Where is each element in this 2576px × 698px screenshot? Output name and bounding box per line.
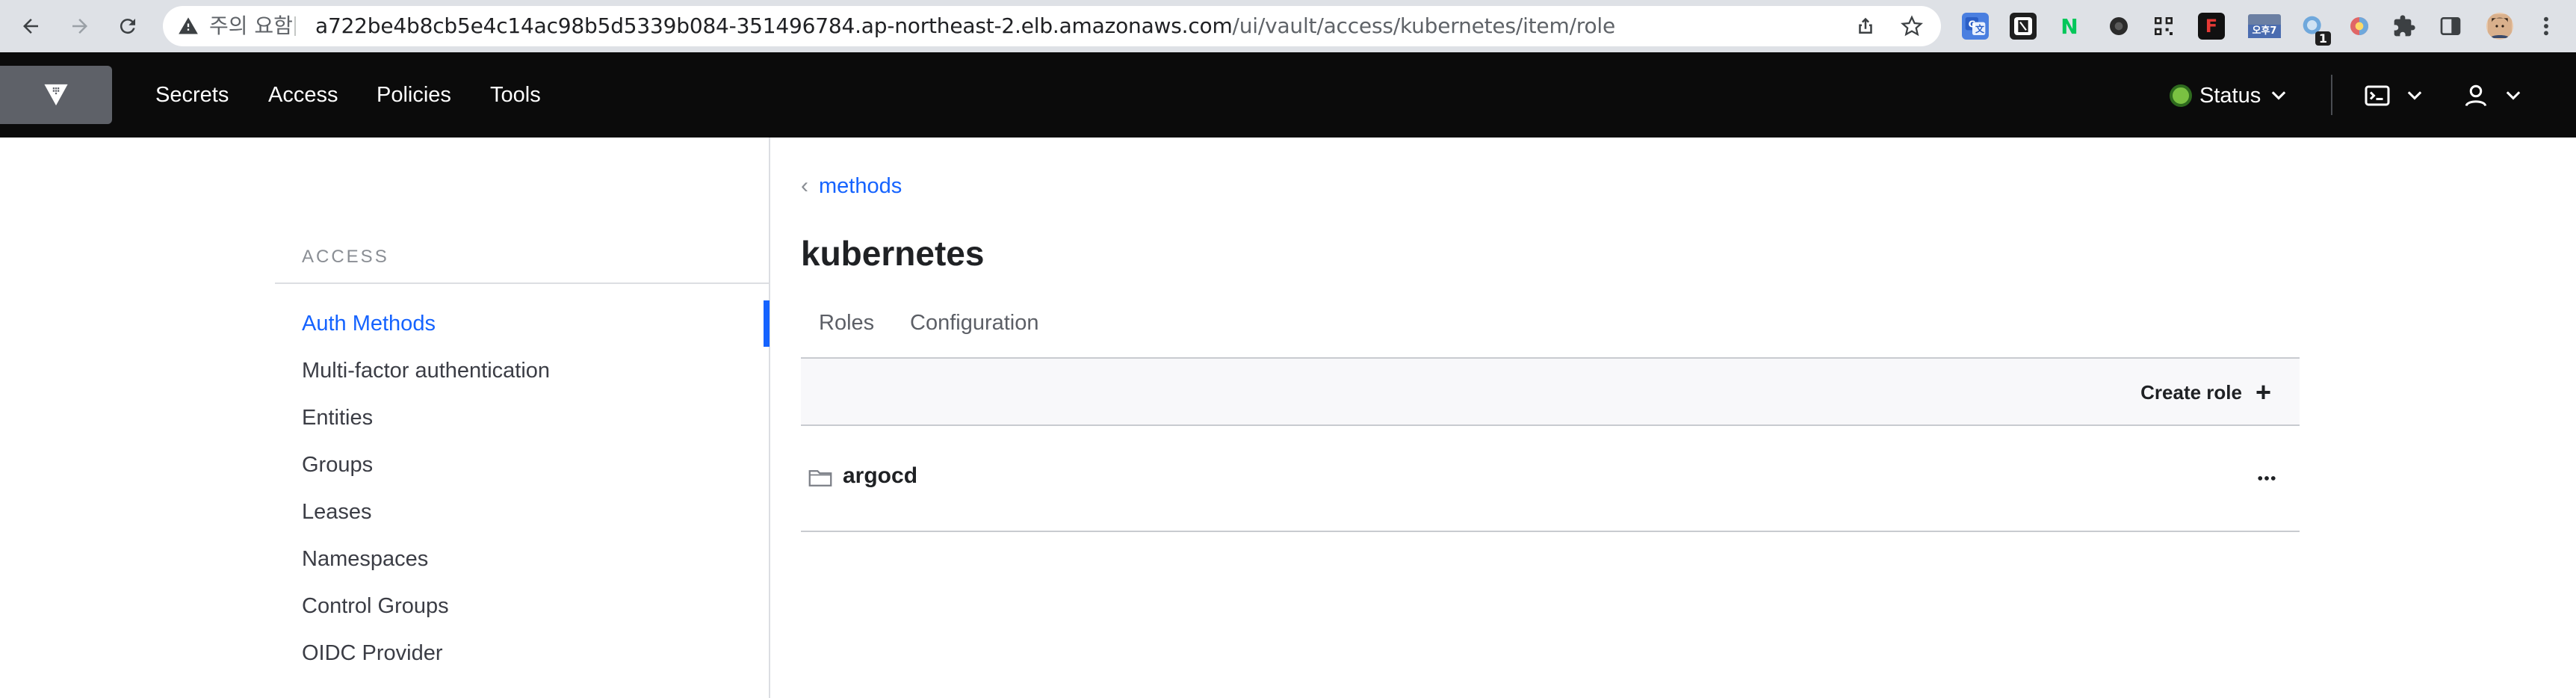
status-label: Status (2199, 83, 2261, 108)
header-divider (2331, 75, 2332, 115)
sidebar-item-oidc-provider[interactable]: OIDC Provider (302, 638, 443, 668)
create-role-button[interactable]: Create role + (2140, 375, 2271, 410)
list-item[interactable]: argocd (801, 427, 2300, 532)
list-toolbar: Create role + (801, 357, 2300, 426)
sidebar-item-groups[interactable]: Groups (302, 450, 373, 480)
url-path: /ui/vault/access/kubernetes/item/role (1232, 13, 1616, 38)
puzzle-glyph-icon (2394, 15, 2415, 37)
badge-extension-icon[interactable]: 1 (2300, 13, 2331, 46)
create-role-label: Create role (2140, 380, 2242, 404)
naver-icon[interactable]: N (2056, 13, 2083, 40)
kebab-glyph-icon (2544, 16, 2548, 36)
sidebar-item-control-groups[interactable]: Control Groups (302, 591, 449, 621)
url-host: a722be4b8cb5e4c14ac98b5d5339b084-3514967… (315, 13, 1233, 38)
page-title: kubernetes (801, 234, 985, 273)
sidebar-item-entities[interactable]: Entities (302, 403, 373, 433)
reload-button[interactable] (111, 9, 145, 43)
sidebar-item-auth-methods[interactable]: Auth Methods (302, 309, 436, 339)
bookmark-star-icon[interactable] (1901, 15, 1923, 37)
google-translate-icon[interactable]: G文 (1962, 13, 1989, 40)
sidebar-icon[interactable] (2437, 13, 2464, 40)
breadcrumb-link[interactable]: methods (819, 174, 902, 199)
notion-glyph-icon (2014, 17, 2032, 35)
vault-logo[interactable] (0, 66, 112, 124)
sidebar-item-leases[interactable]: Leases (302, 497, 372, 527)
calendar-extension-icon[interactable]: 오후7 (2246, 13, 2283, 40)
user-menu[interactable] (2462, 81, 2524, 111)
tab-roles[interactable]: Roles (819, 303, 874, 342)
nav-tools[interactable]: Tools (490, 52, 541, 138)
breadcrumb[interactable]: ‹ methods (801, 170, 902, 202)
list-item-name[interactable]: argocd (843, 463, 917, 489)
chrome-menu-icon[interactable] (2533, 13, 2560, 40)
status-indicator-icon (2170, 84, 2192, 107)
security-label[interactable]: 주의 요함 (209, 6, 293, 46)
chevron-down-icon (2407, 91, 2422, 100)
face-glyph-icon (2488, 14, 2512, 38)
address-bar[interactable]: 주의 요함 a722be4b8cb5e4c14ac98b5d5339b084-3… (163, 6, 1941, 46)
calendar-label: 오후7 (2248, 25, 2281, 38)
extension-badge: 1 (2315, 31, 2331, 46)
translate-glyph-icon: G文 (1965, 17, 1986, 35)
arrow-right-icon (72, 19, 87, 34)
app-header: Secrets Access Policies Tools Status (0, 52, 2576, 138)
puzzle-icon[interactable] (2391, 13, 2418, 40)
sidebar-border (769, 138, 770, 698)
color-extension-icon[interactable] (2346, 13, 2373, 40)
folder-icon (808, 470, 832, 487)
qr-code-icon[interactable] (2150, 13, 2177, 40)
sidebar-glyph-icon (2440, 17, 2461, 35)
back-button[interactable] (13, 9, 48, 43)
chevron-down-icon (2271, 91, 2286, 100)
url-text[interactable]: a722be4b8cb5e4c14ac98b5d5339b084-3514967… (315, 6, 1615, 46)
chevron-left-icon: ‹ (801, 173, 808, 198)
console-menu[interactable] (2364, 81, 2425, 111)
palette-glyph-icon (2350, 17, 2368, 35)
omnibox-divider (294, 16, 296, 36)
terminal-icon (2365, 85, 2390, 106)
sidebar-item-mfa[interactable]: Multi-factor authentication (302, 356, 550, 386)
forward-button[interactable] (63, 9, 97, 43)
nav-secrets[interactable]: Secrets (155, 52, 229, 138)
vault-triangle-icon (44, 84, 68, 106)
chevron-down-icon (2506, 91, 2521, 100)
reload-icon (120, 19, 135, 34)
warning-icon (179, 17, 198, 34)
qr-glyph-icon (2155, 17, 2173, 35)
arrow-left-icon (23, 19, 38, 34)
browser-toolbar: 주의 요함 a722be4b8cb5e4c14ac98b5d5339b084-3… (0, 0, 2576, 52)
f-extension-icon[interactable]: F (2198, 13, 2225, 40)
user-icon (2465, 84, 2487, 107)
tab-configuration[interactable]: Configuration (910, 303, 1039, 342)
more-horizontal-icon (2258, 476, 2276, 481)
nav-policies[interactable]: Policies (377, 52, 451, 138)
circle-glyph-icon (2110, 17, 2128, 35)
nav-access[interactable]: Access (268, 52, 338, 138)
row-actions-button[interactable] (2252, 463, 2282, 493)
sidebar-active-indicator (764, 300, 770, 347)
sidebar-item-namespaces[interactable]: Namespaces (302, 544, 428, 574)
profile-avatar-icon[interactable] (2486, 13, 2513, 40)
sidebar-title: ACCESS (302, 247, 389, 267)
notion-icon[interactable] (2010, 13, 2037, 40)
sidebar-divider (275, 282, 770, 284)
status-menu[interactable]: Status (2170, 81, 2289, 111)
share-icon[interactable] (1854, 15, 1877, 37)
calendar-top (2248, 14, 2281, 25)
dot-extension-icon[interactable] (2105, 13, 2132, 40)
plus-icon: + (2255, 377, 2271, 407)
svg-text:文: 文 (1975, 23, 1985, 34)
